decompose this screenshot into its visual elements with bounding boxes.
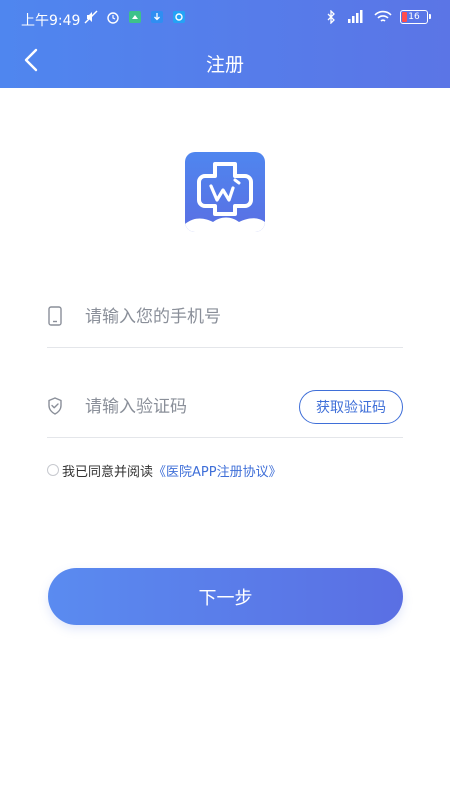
- next-step-button[interactable]: 下一步: [48, 568, 403, 625]
- status-time: 上午9:49: [21, 13, 81, 29]
- shield-check-icon: [48, 397, 62, 415]
- status-icons-left: [84, 10, 186, 24]
- verification-code-input[interactable]: [85, 392, 315, 422]
- agreement-text: 我已同意并阅读: [62, 464, 154, 480]
- browser-icon: [173, 11, 185, 23]
- page-title: 注册: [205, 54, 244, 76]
- mute-icon: [84, 10, 98, 24]
- phone-field: [47, 288, 403, 348]
- phone-input[interactable]: [85, 302, 315, 332]
- hospital-logo-icon: [185, 152, 265, 232]
- battery-level: 16: [408, 12, 420, 22]
- status-icons-right: 16: [324, 10, 431, 24]
- app-notification-icon: [129, 11, 141, 23]
- signal-icon: [348, 10, 363, 23]
- mobile-phone-icon: [48, 306, 62, 326]
- header: 上午9:49 16 注册: [0, 0, 450, 88]
- alarm-icon: [107, 12, 119, 24]
- wifi-icon: [374, 10, 392, 22]
- status-bar: 上午9:49 16: [0, 0, 450, 40]
- code-field: 获取验证码: [47, 378, 403, 438]
- download-icon: [151, 11, 163, 23]
- battery-icon: 16: [400, 10, 431, 24]
- bluetooth-icon: [327, 10, 335, 24]
- agree-checkbox[interactable]: [47, 464, 59, 476]
- agreement-link[interactable]: 《医院APP注册协议》: [153, 461, 282, 480]
- get-code-button[interactable]: 获取验证码: [299, 390, 403, 424]
- agreement-row: 我已同意并阅读 《医院APP注册协议》: [47, 460, 282, 480]
- app-logo: [185, 152, 265, 232]
